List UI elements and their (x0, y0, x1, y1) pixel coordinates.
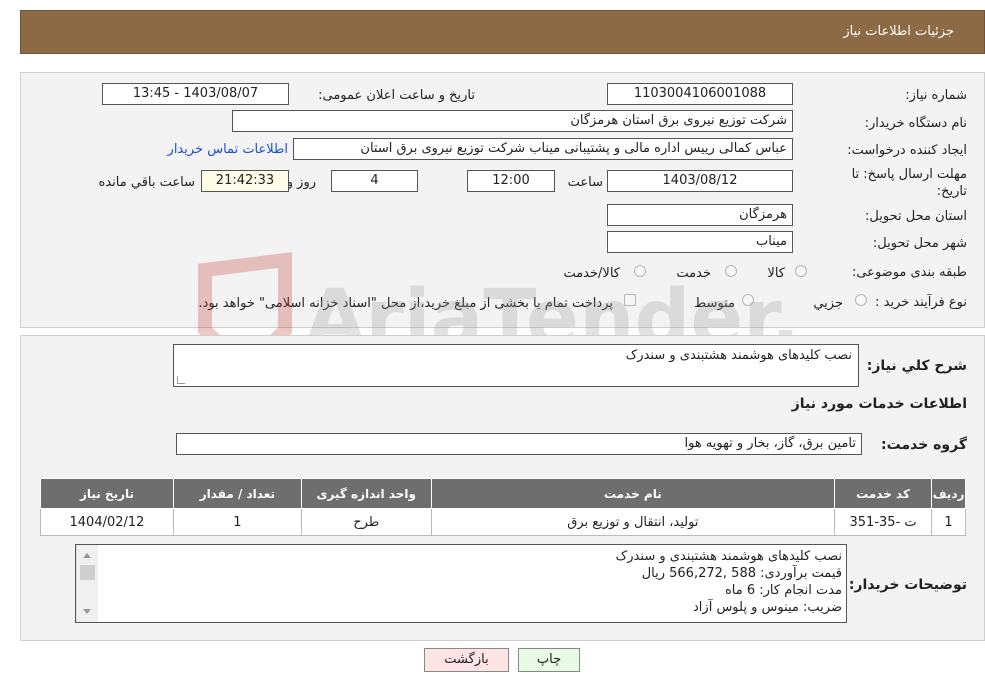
treasury-payment-checkbox[interactable] (624, 294, 636, 306)
cell-row: 1 (931, 508, 966, 536)
deadline-time-label: ساعت (567, 175, 603, 190)
page-header: جزئیات اطلاعات نیاز (20, 10, 985, 54)
buyer-notes-line: مدت انجام کار: 6 ماه (724, 583, 842, 598)
category-goods-service-label: کالا/خدمت (563, 266, 620, 281)
category-goods-label: کالا (767, 266, 785, 281)
buyer-notes-text: نصب کلیدهای هوشمند هشتبندی و سندرک قیمت … (616, 548, 842, 616)
city-label: شهر محل تحویل: (872, 236, 967, 251)
category-goods-service-radio[interactable] (634, 265, 646, 277)
buyer-org-field[interactable]: شرکت توزیع نیروی برق استان هرمزگان (232, 110, 793, 132)
col-row-header: ردیف (931, 478, 966, 509)
service-group-label: گروه خدمت: (881, 437, 967, 453)
buyer-contact-link[interactable]: اطلاعات تماس خریدار (168, 142, 288, 157)
remaining-time-field[interactable]: 21:42:33 (201, 170, 289, 192)
print-button[interactable]: چاپ (518, 648, 580, 672)
buyer-notes-label: توضیحات خریدار: (848, 577, 967, 593)
category-service-radio[interactable] (725, 265, 737, 277)
col-code-header: کد خدمت (834, 478, 933, 509)
deadline-date-field[interactable]: 1403/08/12 (607, 170, 793, 192)
category-goods-radio[interactable] (795, 265, 807, 277)
table-row[interactable]: 1 ت -35-351 تولید، انتقال و توزیع برق طر… (40, 508, 966, 536)
announce-date-label: تاریخ و ساعت اعلان عمومی: (318, 88, 475, 103)
category-service-label: خدمت (676, 266, 711, 281)
back-button[interactable]: بازگشت (424, 648, 509, 672)
process-medium-radio[interactable] (742, 294, 754, 306)
resize-grip-icon[interactable] (177, 376, 185, 384)
process-medium-label: متوسط (694, 296, 735, 311)
scroll-up-icon[interactable] (83, 553, 91, 558)
deadline-label: مهلت ارسال پاسخ: تا (851, 167, 967, 182)
buyer-notes-field[interactable]: نصب کلیدهای هوشمند هشتبندی و سندرک قیمت … (75, 544, 847, 623)
need-number-field[interactable]: 1103004106001088 (607, 83, 793, 105)
cell-qty: 1 (172, 508, 302, 536)
city-field[interactable]: میناب (607, 231, 793, 253)
creator-field[interactable]: عباس کمالی رییس اداره مالی و پشتیبانی می… (293, 138, 793, 160)
buyer-notes-line: ضریب: مینوس و پلوس آزاد (693, 600, 842, 615)
notes-scrollbar[interactable] (76, 545, 98, 622)
buyer-org-label: نام دستگاه خریدار: (864, 116, 967, 131)
need-number-label: شماره نیاز: (905, 88, 967, 103)
process-minor-label: جزیي (813, 296, 843, 311)
announce-date-field[interactable]: 1403/08/07 - 13:45 (102, 83, 289, 105)
deadline-date-label: تاریخ: (936, 184, 967, 199)
cell-unit: طرح (300, 508, 432, 536)
payment-note: پرداخت تمام یا بخشی از مبلغ خرید،از محل … (198, 296, 613, 311)
cell-date: 1404/02/12 (40, 508, 174, 536)
cell-code: ت -35-351 (834, 508, 933, 536)
service-group-field[interactable]: تامین برق، گاز، بخار و تهویه هوا (176, 433, 862, 455)
process-minor-radio[interactable] (855, 294, 867, 306)
buyer-notes-line: قیمت برآوردی: 588 ,566,272 ریال (641, 566, 842, 581)
summary-text: نصب کلیدهای هوشمند هشتبندی و سندرک (625, 348, 852, 363)
province-field[interactable]: هرمزگان (607, 204, 793, 226)
col-date-header: تاریخ نیاز (40, 478, 174, 509)
remaining-time-label: ساعت باقي مانده (98, 175, 195, 190)
creator-label: ایجاد کننده درخواست: (847, 143, 967, 158)
process-label: نوع فرآیند خرید : (875, 295, 967, 310)
days-label: روز و (286, 175, 316, 190)
services-table: ردیف کد خدمت نام خدمت واحد اندازه گیری ت… (40, 478, 966, 536)
scroll-thumb[interactable] (80, 565, 95, 580)
days-remaining-field[interactable]: 4 (331, 170, 418, 192)
deadline-time-field[interactable]: 12:00 (467, 170, 555, 192)
buyer-notes-line: نصب کلیدهای هوشمند هشتبندی و سندرک (615, 549, 842, 564)
province-label: استان محل تحویل: (865, 209, 967, 224)
scroll-down-icon[interactable] (83, 609, 91, 614)
cell-name: تولید، انتقال و توزیع برق (430, 508, 836, 536)
page-title: جزئیات اطلاعات نیاز (843, 24, 954, 39)
col-name-header: نام خدمت (430, 478, 836, 509)
col-unit-header: واحد اندازه گیری (300, 478, 432, 509)
summary-label: شرح كلي نياز: (866, 358, 967, 374)
services-heading: اطلاعات خدمات مورد نیاز (791, 396, 967, 412)
summary-field[interactable]: نصب کلیدهای هوشمند هشتبندی و سندرک (173, 344, 859, 387)
category-label: طبقه بندی موضوعی: (851, 265, 967, 280)
col-qty-header: تعداد / مقدار (172, 478, 302, 509)
